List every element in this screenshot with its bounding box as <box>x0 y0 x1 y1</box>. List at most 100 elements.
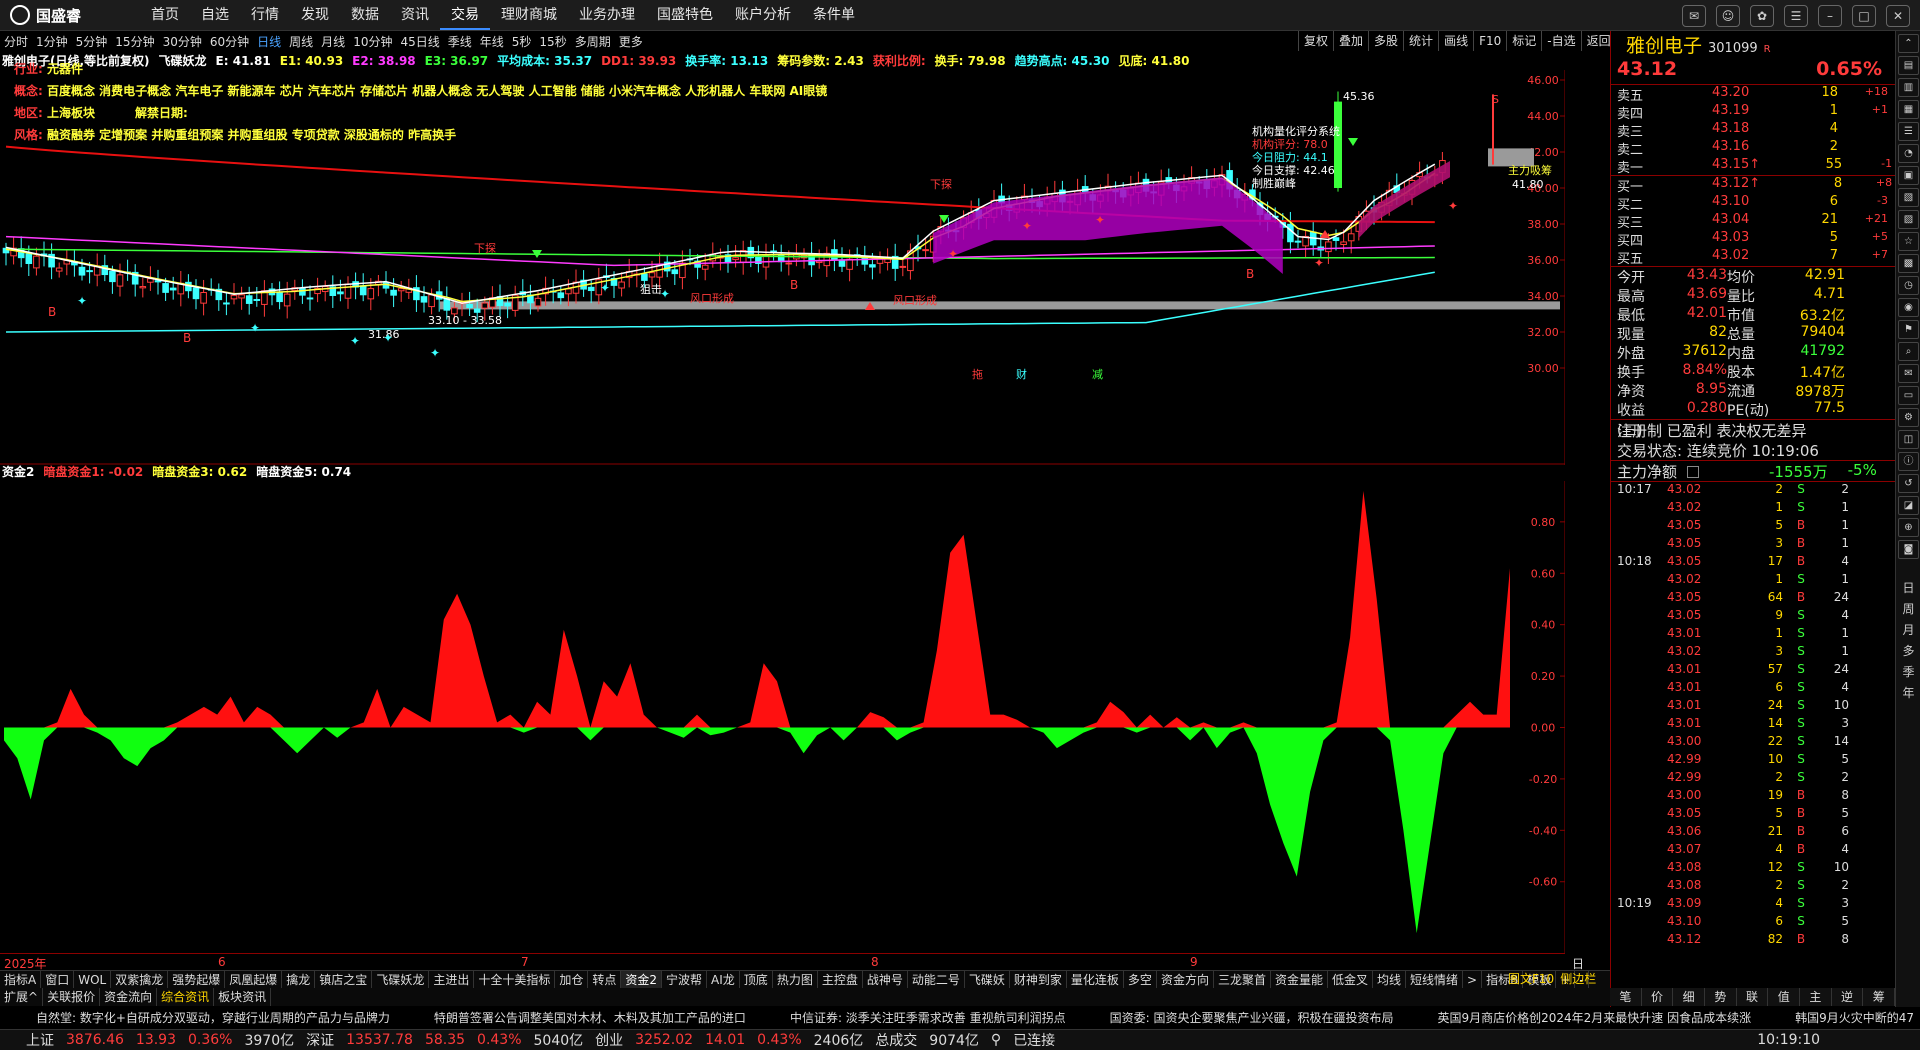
sh-index-label[interactable]: 上证 <box>26 1030 54 1050</box>
star-icon[interactable]: ☆ <box>1898 232 1919 251</box>
ext-tab-2[interactable]: 资金流向 <box>100 988 158 1006</box>
info-icon[interactable]: ⓘ <box>1898 452 1919 471</box>
flow-checkbox[interactable] <box>1687 466 1700 478</box>
period-13[interactable]: 5秒 <box>508 33 536 50</box>
indicator-tab-15[interactable]: AI龙 <box>707 971 740 989</box>
doc-icon[interactable]: ▣ <box>1898 166 1919 185</box>
eye-icon[interactable]: ◉ <box>1898 298 1919 317</box>
news-item-5[interactable]: 韩国9月火灾中断的47 <box>1795 1007 1914 1029</box>
period-2[interactable]: 5分钟 <box>72 33 112 50</box>
grid-icon[interactable]: ▦ <box>1898 100 1919 119</box>
detail-tab-3[interactable]: 势 <box>1705 988 1737 1006</box>
menu-item-1[interactable]: 自选 <box>190 0 240 30</box>
sidebar-year[interactable]: 年 <box>1899 684 1918 702</box>
news-item-2[interactable]: 中信证券: 淡季关注旺季需求改善 重视航司利润拐点 <box>790 1007 1066 1029</box>
indicator-tab-9[interactable]: 主进出 <box>429 971 475 989</box>
indicator-tab-0[interactable]: 指标A <box>0 971 42 989</box>
news-item-4[interactable]: 英国9月商店价格创2024年2月来最快升速 因食品成本续涨 <box>1438 1007 1752 1029</box>
layout-icon[interactable]: ◫ <box>1898 430 1919 449</box>
period-5[interactable]: 60分钟 <box>206 33 253 50</box>
indicator-tab-6[interactable]: 擒龙 <box>282 971 316 989</box>
indicator-tab-4[interactable]: 强势起爆 <box>168 971 226 989</box>
tool-3[interactable]: 统计 <box>1403 31 1438 51</box>
indicator-tab-3[interactable]: 双紫擒龙 <box>111 971 169 989</box>
menu-item-8[interactable]: 业务办理 <box>568 0 646 30</box>
indicator-tab-25[interactable]: 资金方向 <box>1157 971 1214 989</box>
detail-tab-2[interactable]: 细 <box>1673 988 1706 1006</box>
indicator-tab-7[interactable]: 镇店之宝 <box>315 971 373 989</box>
news-item-1[interactable]: 特朗普签署公告调整美国对木材、木料及其加工产品的进口 <box>434 1007 746 1029</box>
maximize-icon[interactable]: □ <box>1852 5 1876 27</box>
menu-item-7[interactable]: 理财商城 <box>490 0 568 30</box>
menu-item-6[interactable]: 交易 <box>440 0 490 30</box>
ext-tab-0[interactable]: 扩展^ <box>0 988 44 1006</box>
period-16[interactable]: 更多 <box>615 33 647 50</box>
clock-icon[interactable]: ◷ <box>1898 276 1919 295</box>
menu-item-9[interactable]: 国盛特色 <box>646 0 724 30</box>
cube-icon[interactable]: ▩ <box>1898 254 1919 273</box>
period-3[interactable]: 15分钟 <box>111 33 158 50</box>
skin-icon[interactable]: ✿ <box>1750 5 1774 27</box>
period-6[interactable]: 日线 <box>253 33 285 50</box>
sidebar-quarter[interactable]: 季 <box>1899 663 1918 681</box>
news-item-0[interactable]: 自然堂: 数字化+自研成分双驱动，穿越行业周期的产品力与品牌力 <box>36 1007 390 1029</box>
indicator-tab-16[interactable]: 顶底 <box>740 971 773 989</box>
menu-item-4[interactable]: 数据 <box>340 0 390 30</box>
indicator-tab-24[interactable]: 多空 <box>1124 971 1157 989</box>
tool-icon[interactable]: ▧ <box>1898 188 1919 207</box>
period-11[interactable]: 季线 <box>444 33 476 50</box>
message-icon[interactable]: ✉ <box>1682 5 1706 27</box>
settings-icon[interactable]: ⚙ <box>1898 408 1919 427</box>
menu-item-3[interactable]: 发现 <box>290 0 340 30</box>
tool-2[interactable]: 多股 <box>1368 31 1403 51</box>
indicator-tab-19[interactable]: 战神号 <box>863 971 908 989</box>
chart-icon[interactable]: ▥ <box>1898 78 1919 97</box>
indicator-tab-11[interactable]: 加仓 <box>555 971 589 989</box>
detail-tab-8[interactable]: 筹 <box>1863 988 1896 1006</box>
tool-5[interactable]: F10 <box>1473 31 1506 51</box>
indicator-tab-31[interactable]: > <box>1463 971 1483 989</box>
cy-index-label[interactable]: 创业 <box>595 1030 623 1050</box>
indicator-tab-21[interactable]: 飞碟妖 <box>965 971 1010 989</box>
period-1[interactable]: 1分钟 <box>32 33 72 50</box>
tool-4[interactable]: 画线 <box>1438 31 1473 51</box>
menu-item-5[interactable]: 资讯 <box>390 0 440 30</box>
bell-icon[interactable]: ◔ <box>1898 144 1919 163</box>
indicator-tab-29[interactable]: 均线 <box>1373 971 1407 989</box>
period-15[interactable]: 多周期 <box>571 33 615 50</box>
tool-1[interactable]: 叠加 <box>1333 31 1368 51</box>
period-7[interactable]: 周线 <box>285 33 317 50</box>
period-8[interactable]: 月线 <box>317 33 349 50</box>
chat-icon[interactable]: ☺ <box>1716 5 1740 27</box>
kline-chart[interactable]: 46.0044.0042.0040.0038.0036.0034.0032.00… <box>0 70 1565 465</box>
ext-tab-1[interactable]: 关联报价 <box>43 988 101 1006</box>
sidebar-day[interactable]: 日 <box>1899 579 1918 597</box>
search-icon[interactable]: ⌕ <box>1898 342 1919 361</box>
fund-flow-chart[interactable]: 0.80 0.60 0.40 0.20 0.00 -0.20 -0.40 -0.60 <box>0 481 1565 953</box>
menu-item-2[interactable]: 行情 <box>240 0 290 30</box>
tool-6[interactable]: 标记 <box>1506 31 1541 51</box>
tick-list[interactable]: 10:17 43.02 2 S 2 43.02 1 S 1 43.05 5 B 1 43.05 3 B 1 10:… <box>1611 482 1896 950</box>
tag-icon[interactable]: ◪ <box>1898 496 1919 515</box>
news-item-3[interactable]: 国资委: 国资央企要聚焦产业兴疆，积极在疆投资布局 <box>1110 1007 1394 1029</box>
box-icon[interactable]: ▨ <box>1898 210 1919 229</box>
indicator-tab-12[interactable]: 转点 <box>588 971 622 989</box>
chevron-up-icon[interactable]: ⌃ <box>1898 34 1919 53</box>
indicator-tab-17[interactable]: 热力图 <box>773 971 818 989</box>
sidebar-month[interactable]: 月 <box>1899 621 1918 639</box>
indicator-tab-27[interactable]: 资金量能 <box>1271 971 1328 989</box>
period-10[interactable]: 45日线 <box>396 33 443 50</box>
detail-tab-1[interactable]: 价 <box>1642 988 1674 1006</box>
indicator-tab-18[interactable]: 主控盘 <box>818 971 863 989</box>
period-14[interactable]: 15秒 <box>535 33 570 50</box>
indicator-tab-30[interactable]: 短线情绪 <box>1406 971 1464 989</box>
tool-0[interactable]: 复权 <box>1298 31 1333 51</box>
plus-icon[interactable]: ⊕ <box>1898 518 1919 537</box>
minimize-icon[interactable]: – <box>1818 5 1842 27</box>
sidebar-week[interactable]: 周 <box>1899 600 1918 618</box>
sidebar-multi[interactable]: 多 <box>1899 642 1918 660</box>
indicator-tab-1[interactable]: 窗口 <box>41 971 75 989</box>
list-icon[interactable]: ☰ <box>1898 122 1919 141</box>
indicator-tab-13[interactable]: 资金2 <box>621 971 663 989</box>
detail-tab-5[interactable]: 值 <box>1768 988 1801 1006</box>
